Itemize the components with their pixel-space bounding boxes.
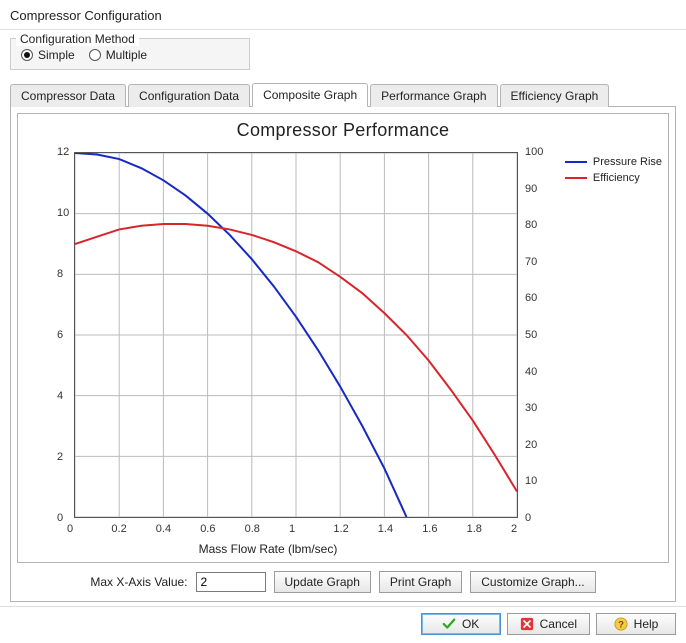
y-right-tick-label: 60: [525, 292, 537, 304]
x-tick-label: 1: [289, 523, 295, 535]
radio-multiple[interactable]: Multiple: [89, 48, 147, 62]
x-tick-label: 2: [511, 523, 517, 535]
y-right-tick-label: 70: [525, 256, 537, 268]
y-right-tick-label: 80: [525, 219, 537, 231]
y-left-tick-label: 0: [57, 512, 63, 524]
tab-pane-composite-graph: Compressor Performance Pressure Rise (ps…: [10, 106, 676, 602]
help-button[interactable]: ? Help: [596, 613, 676, 635]
dialog-footer: OK Cancel ? Help: [0, 606, 686, 643]
y-right-tick-label: 100: [525, 146, 543, 158]
x-tick-label: 0.8: [245, 523, 260, 535]
update-graph-button[interactable]: Update Graph: [274, 571, 371, 593]
x-tick-label: 1.2: [333, 523, 348, 535]
y-right-tick-label: 30: [525, 402, 537, 414]
plot-area: [74, 152, 518, 518]
tab-configuration-data[interactable]: Configuration Data: [128, 84, 250, 107]
legend-item-pressure: Pressure Rise: [565, 156, 662, 168]
ok-label: OK: [462, 617, 479, 631]
radio-multiple-label: Multiple: [106, 48, 147, 62]
tab-strip: Compressor Data Configuration Data Compo…: [10, 82, 676, 106]
legend-label-efficiency: Efficiency: [593, 172, 640, 184]
window: Compressor Configuration Configuration M…: [0, 0, 686, 643]
customize-graph-button[interactable]: Customize Graph...: [470, 571, 595, 593]
y-right-tick-label: 40: [525, 366, 537, 378]
config-method-group: Configuration Method Simple Multiple: [10, 38, 250, 70]
help-label: Help: [634, 617, 659, 631]
config-method-legend: Configuration Method: [16, 32, 139, 46]
legend-swatch-icon: [565, 161, 587, 163]
y-left-tick-label: 8: [57, 268, 63, 280]
y-right-tick-label: 20: [525, 439, 537, 451]
radio-simple-label: Simple: [38, 48, 75, 62]
y-left-tick-label: 10: [57, 207, 69, 219]
y-left-tick-label: 2: [57, 451, 63, 463]
chart-container: Compressor Performance Pressure Rise (ps…: [17, 113, 669, 563]
y-left-tick-label: 4: [57, 390, 63, 402]
window-title: Compressor Configuration: [0, 0, 686, 30]
y-right-tick-label: 50: [525, 329, 537, 341]
y-left-tick-label: 6: [57, 329, 63, 341]
y-left-tick-label: 12: [57, 146, 69, 158]
print-graph-button[interactable]: Print Graph: [379, 571, 462, 593]
help-icon: ?: [614, 617, 628, 631]
cancel-button[interactable]: Cancel: [507, 613, 590, 635]
chart-title: Compressor Performance: [18, 114, 668, 141]
svg-text:?: ?: [618, 620, 624, 631]
max-x-label: Max X-Axis Value:: [90, 575, 187, 589]
radio-icon: [21, 49, 33, 61]
legend-swatch-icon: [565, 177, 587, 179]
close-icon: [520, 617, 534, 631]
x-axis-label: Mass Flow Rate (lbm/sec): [18, 542, 518, 556]
chart-controls: Max X-Axis Value: Update Graph Print Gra…: [15, 569, 671, 593]
y-right-tick-label: 10: [525, 475, 537, 487]
y-right-tick-label: 0: [525, 512, 531, 524]
legend-label-pressure: Pressure Rise: [593, 156, 662, 168]
max-x-input[interactable]: [196, 572, 266, 592]
x-tick-label: 0.2: [111, 523, 126, 535]
radio-simple[interactable]: Simple: [21, 48, 75, 62]
tab-composite-graph[interactable]: Composite Graph: [252, 83, 368, 107]
tab-compressor-data[interactable]: Compressor Data: [10, 84, 126, 107]
legend-item-efficiency: Efficiency: [565, 172, 662, 184]
ok-button[interactable]: OK: [421, 613, 501, 635]
x-tick-label: 1.4: [378, 523, 393, 535]
tab-efficiency-graph[interactable]: Efficiency Graph: [500, 84, 610, 107]
x-tick-label: 0.4: [156, 523, 171, 535]
y-right-tick-label: 90: [525, 183, 537, 195]
x-tick-label: 0: [67, 523, 73, 535]
cancel-label: Cancel: [540, 617, 577, 631]
plot-svg: [75, 153, 517, 517]
check-icon: [442, 617, 456, 631]
tab-performance-graph[interactable]: Performance Graph: [370, 84, 497, 107]
chart-legend: Pressure Rise Efficiency: [565, 156, 662, 188]
x-tick-label: 1.6: [422, 523, 437, 535]
radio-icon: [89, 49, 101, 61]
x-tick-label: 1.8: [467, 523, 482, 535]
x-tick-label: 0.6: [200, 523, 215, 535]
